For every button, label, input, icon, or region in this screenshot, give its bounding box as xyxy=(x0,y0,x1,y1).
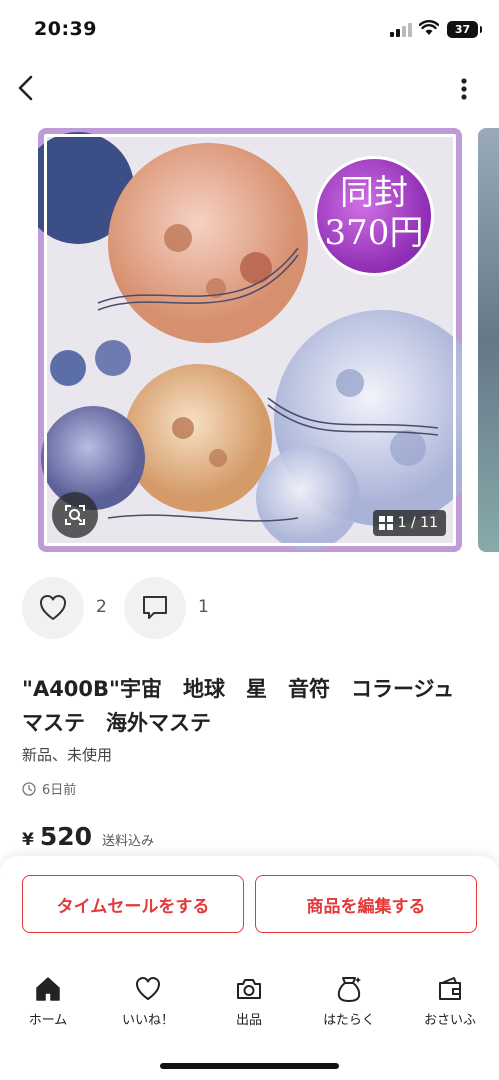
wifi-icon xyxy=(419,20,439,35)
price-currency: ¥ xyxy=(22,830,34,850)
image-counter-text: 1 / 11 xyxy=(397,515,438,531)
promo-badge-line2: 370円 xyxy=(324,213,424,253)
like-count: 2 xyxy=(96,597,107,617)
tab-wallet-label: おさいふ xyxy=(423,1013,476,1028)
money-bag-icon xyxy=(337,977,361,1002)
status-bar: 20:39 37 xyxy=(0,0,499,60)
next-image-preview[interactable] xyxy=(478,128,499,552)
promo-badge-line1: 同封 xyxy=(340,173,408,213)
comment-icon xyxy=(143,596,167,619)
cellular-signal-icon xyxy=(390,23,412,37)
heart-icon xyxy=(136,977,160,1000)
promo-badge: 同封 370円 xyxy=(314,156,434,276)
tab-likes[interactable]: いいね！ xyxy=(103,970,193,1030)
home-indicator xyxy=(160,1063,339,1069)
image-counter: 1 / 11 xyxy=(372,510,446,536)
tab-home-label: ホーム xyxy=(28,1013,68,1028)
clock-icon xyxy=(22,781,36,796)
heart-icon xyxy=(40,595,66,620)
timesale-button[interactable]: タイムセールをする xyxy=(22,875,244,933)
edit-item-button[interactable]: 商品を編集する xyxy=(255,875,477,933)
price-amount: 520 xyxy=(39,822,93,851)
tab-bar: ホーム いいね！ 出品 はたらく おさいふ xyxy=(0,970,499,1030)
tab-likes-label: いいね！ xyxy=(121,1013,174,1028)
product-condition: 新品、未使用 xyxy=(22,746,113,764)
wallet-icon xyxy=(439,977,461,1000)
image-search-button[interactable] xyxy=(52,492,98,538)
camera-icon xyxy=(237,979,261,999)
battery-icon: 37 xyxy=(447,21,482,38)
posted-time-text: 6日前 xyxy=(42,783,77,798)
chevron-left-icon[interactable] xyxy=(12,70,42,106)
tab-wallet[interactable]: おさいふ xyxy=(405,970,495,1030)
product-image-carousel[interactable]: 同封 370円 1 / 11 xyxy=(38,128,462,552)
tab-home[interactable]: ホーム xyxy=(3,970,93,1030)
product-title: "A400B"宇宙 地球 星 音符 コラージュ マステ 海外マステ xyxy=(22,677,476,735)
status-time: 20:39 xyxy=(34,18,97,40)
shipping-included: 送料込み xyxy=(102,834,155,849)
grid-icon xyxy=(378,516,393,530)
price: ¥ 520 送料込み xyxy=(22,822,154,851)
comment-count: 1 xyxy=(198,597,209,617)
tab-work-label: はたらく xyxy=(323,1013,375,1028)
tab-work[interactable]: はたらく xyxy=(304,970,394,1030)
more-vertical-icon[interactable] xyxy=(452,74,476,104)
home-icon xyxy=(36,977,60,1001)
tab-sell[interactable]: 出品 xyxy=(204,970,294,1030)
posted-time: 6日前 xyxy=(22,779,76,798)
like-button[interactable] xyxy=(22,577,84,639)
image-search-icon xyxy=(65,505,85,525)
comment-button[interactable] xyxy=(124,577,186,639)
tab-sell-label: 出品 xyxy=(235,1013,262,1028)
